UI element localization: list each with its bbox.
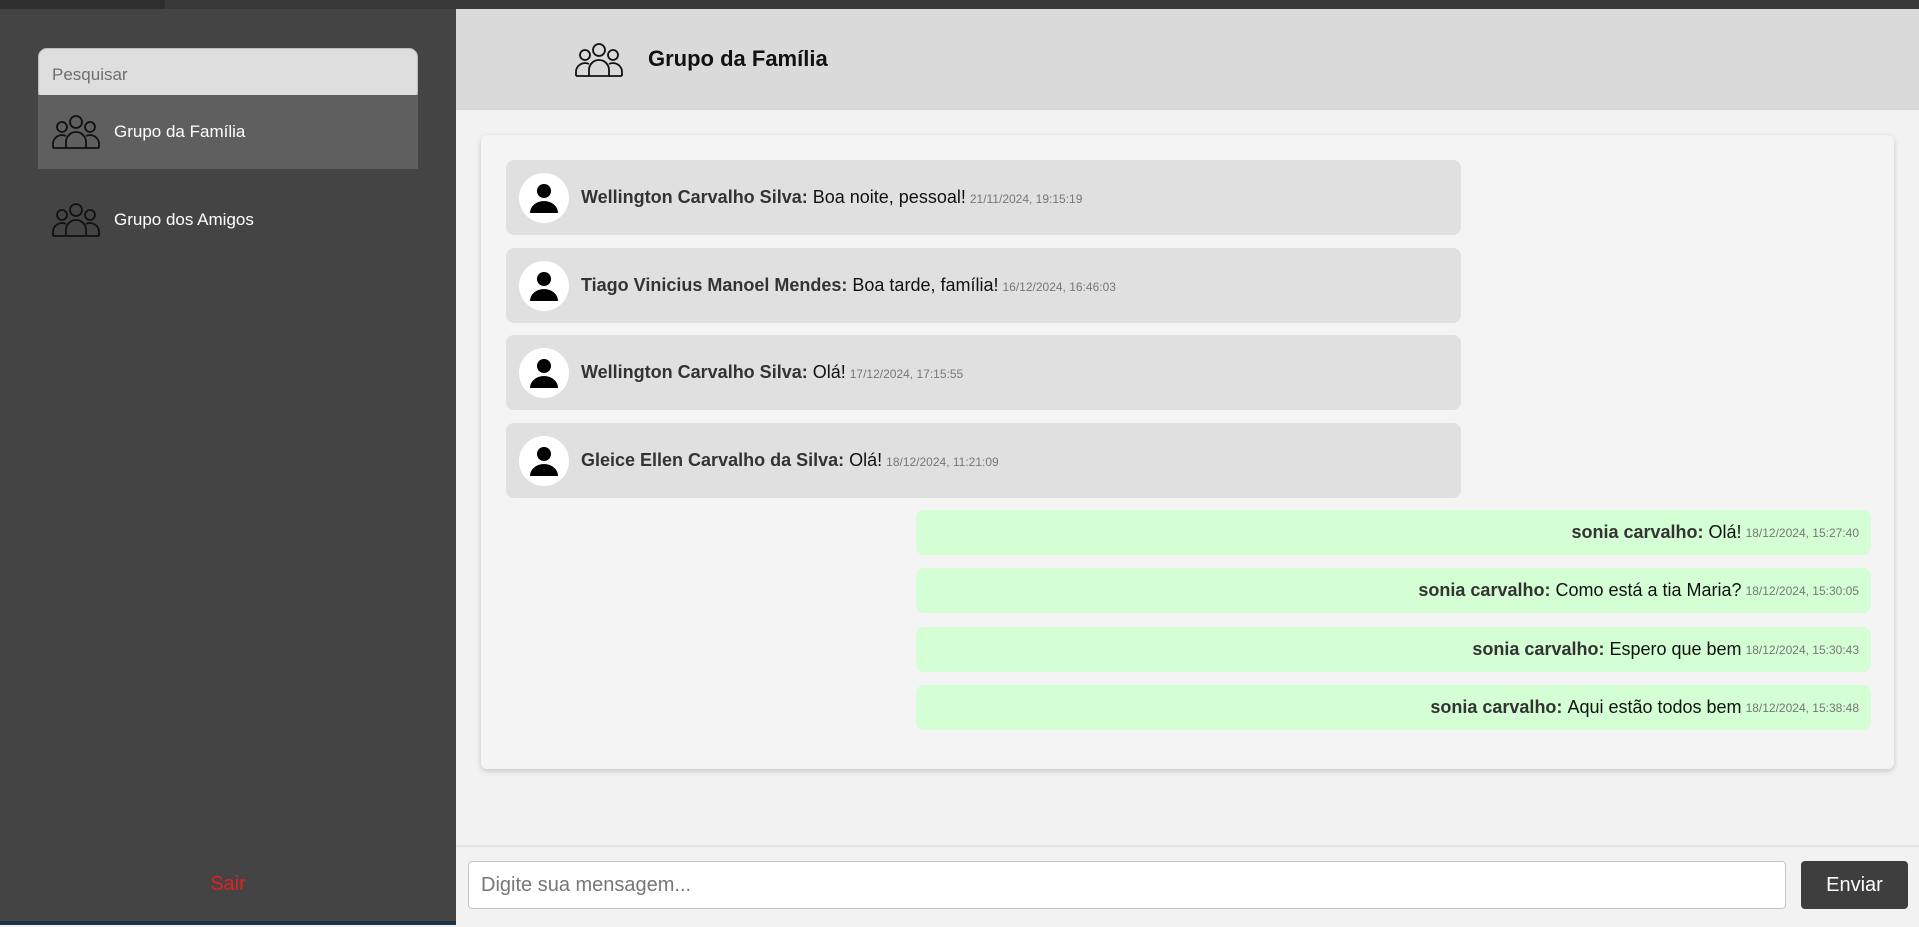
message-text: Gleice Ellen Carvalho da Silva: Olá! 18/1…: [581, 450, 999, 471]
message-sender: Gleice Ellen Carvalho da Silva:: [581, 450, 845, 470]
message-body: Espero que bem: [1609, 639, 1742, 659]
message-text: Wellington Carvalho Silva: Olá! 17/12/202…: [581, 362, 963, 383]
own-message-item: sonia carvalho: Espero que bem 18/12/2024…: [916, 627, 1871, 672]
message-item: Wellington Carvalho Silva: Boa noite, pe…: [506, 160, 1461, 235]
sidebar-item-grupo-dos-amigos[interactable]: Grupo dos Amigos: [38, 183, 418, 257]
message-sender: sonia carvalho:: [1472, 639, 1605, 659]
message-item: Gleice Ellen Carvalho da Silva: Olá! 18/1…: [506, 423, 1461, 498]
message-text: Wellington Carvalho Silva: Boa noite, pe…: [581, 187, 1082, 208]
message-body: Olá!: [849, 450, 883, 470]
message-body: Olá!: [1708, 522, 1742, 542]
message-body: Aqui estão todos bem: [1567, 697, 1742, 717]
message-sender: sonia carvalho:: [1571, 522, 1704, 542]
message-timestamp: 18/12/2024, 15:30:43: [1745, 642, 1859, 657]
message-list: Wellington Carvalho Silva: Boa noite, pe…: [481, 135, 1894, 769]
search-input[interactable]: [38, 48, 418, 101]
group-icon: [50, 202, 102, 238]
user-icon: [530, 446, 558, 476]
sidebar-item-label: Grupo dos Amigos: [114, 210, 254, 229]
chat-area: Grupo da Família Wellington Carvalho Sil…: [456, 9, 1919, 927]
message-sender: sonia carvalho:: [1430, 697, 1563, 717]
sidebar-item-grupo-da-familia[interactable]: Grupo da Família: [38, 95, 418, 169]
message-input[interactable]: [468, 861, 1786, 909]
message-sender: Wellington Carvalho Silva:: [581, 362, 808, 382]
window-top-bar-segment: [0, 0, 165, 9]
chat-header: Grupo da Família: [456, 9, 1919, 110]
message-timestamp: 16/12/2024, 16:46:03: [1002, 280, 1116, 294]
user-icon: [530, 183, 558, 213]
own-message-item: sonia carvalho: Aqui estão todos bem 18/1…: [916, 685, 1871, 730]
taskbar-strip: [0, 921, 456, 925]
send-button[interactable]: Enviar: [1801, 861, 1908, 909]
message-timestamp: 18/12/2024, 15:30:05: [1745, 583, 1859, 598]
message-composer: Enviar: [456, 845, 1919, 927]
own-message-item: sonia carvalho: Olá! 18/12/2024, 15:27:40: [916, 510, 1871, 555]
message-timestamp: 17/12/2024, 17:15:55: [849, 367, 964, 381]
group-icon: [573, 42, 625, 78]
group-icon: [50, 114, 102, 150]
avatar: [519, 172, 569, 223]
logout-link[interactable]: Sair: [0, 873, 456, 896]
message-item: Tiago Vinicius Manoel Mendes: Boa tarde,…: [506, 248, 1461, 323]
window-top-bar: [0, 0, 1919, 9]
message-text: Tiago Vinicius Manoel Mendes: Boa tarde,…: [581, 275, 1116, 296]
message-body: Boa tarde, família!: [852, 275, 999, 295]
user-icon: [530, 358, 558, 388]
avatar: [519, 260, 569, 311]
message-timestamp: 18/12/2024, 15:38:48: [1745, 700, 1859, 715]
message-item: Wellington Carvalho Silva: Olá! 17/12/202…: [506, 335, 1461, 410]
message-timestamp: 18/12/2024, 11:21:09: [886, 455, 999, 469]
message-body: Boa noite, pessoal!: [812, 187, 966, 207]
message-body: Como está a tia Maria?: [1555, 580, 1742, 600]
message-sender: Tiago Vinicius Manoel Mendes:: [581, 275, 848, 295]
message-sender: sonia carvalho:: [1418, 580, 1551, 600]
avatar: [519, 435, 569, 486]
own-message-item: sonia carvalho: Como está a tia Maria? 18…: [916, 568, 1871, 613]
avatar: [519, 347, 569, 398]
message-sender: Wellington Carvalho Silva:: [581, 187, 808, 207]
sidebar: Grupo da Família Grupo dos Amigos Sair: [0, 9, 456, 925]
message-timestamp: 18/12/2024, 15:27:40: [1745, 525, 1859, 540]
user-icon: [530, 271, 558, 301]
page-title: Grupo da Família: [648, 46, 828, 71]
message-timestamp: 21/11/2024, 19:15:19: [969, 192, 1083, 206]
message-body: Olá!: [812, 362, 846, 382]
sidebar-item-label: Grupo da Família: [114, 122, 246, 141]
